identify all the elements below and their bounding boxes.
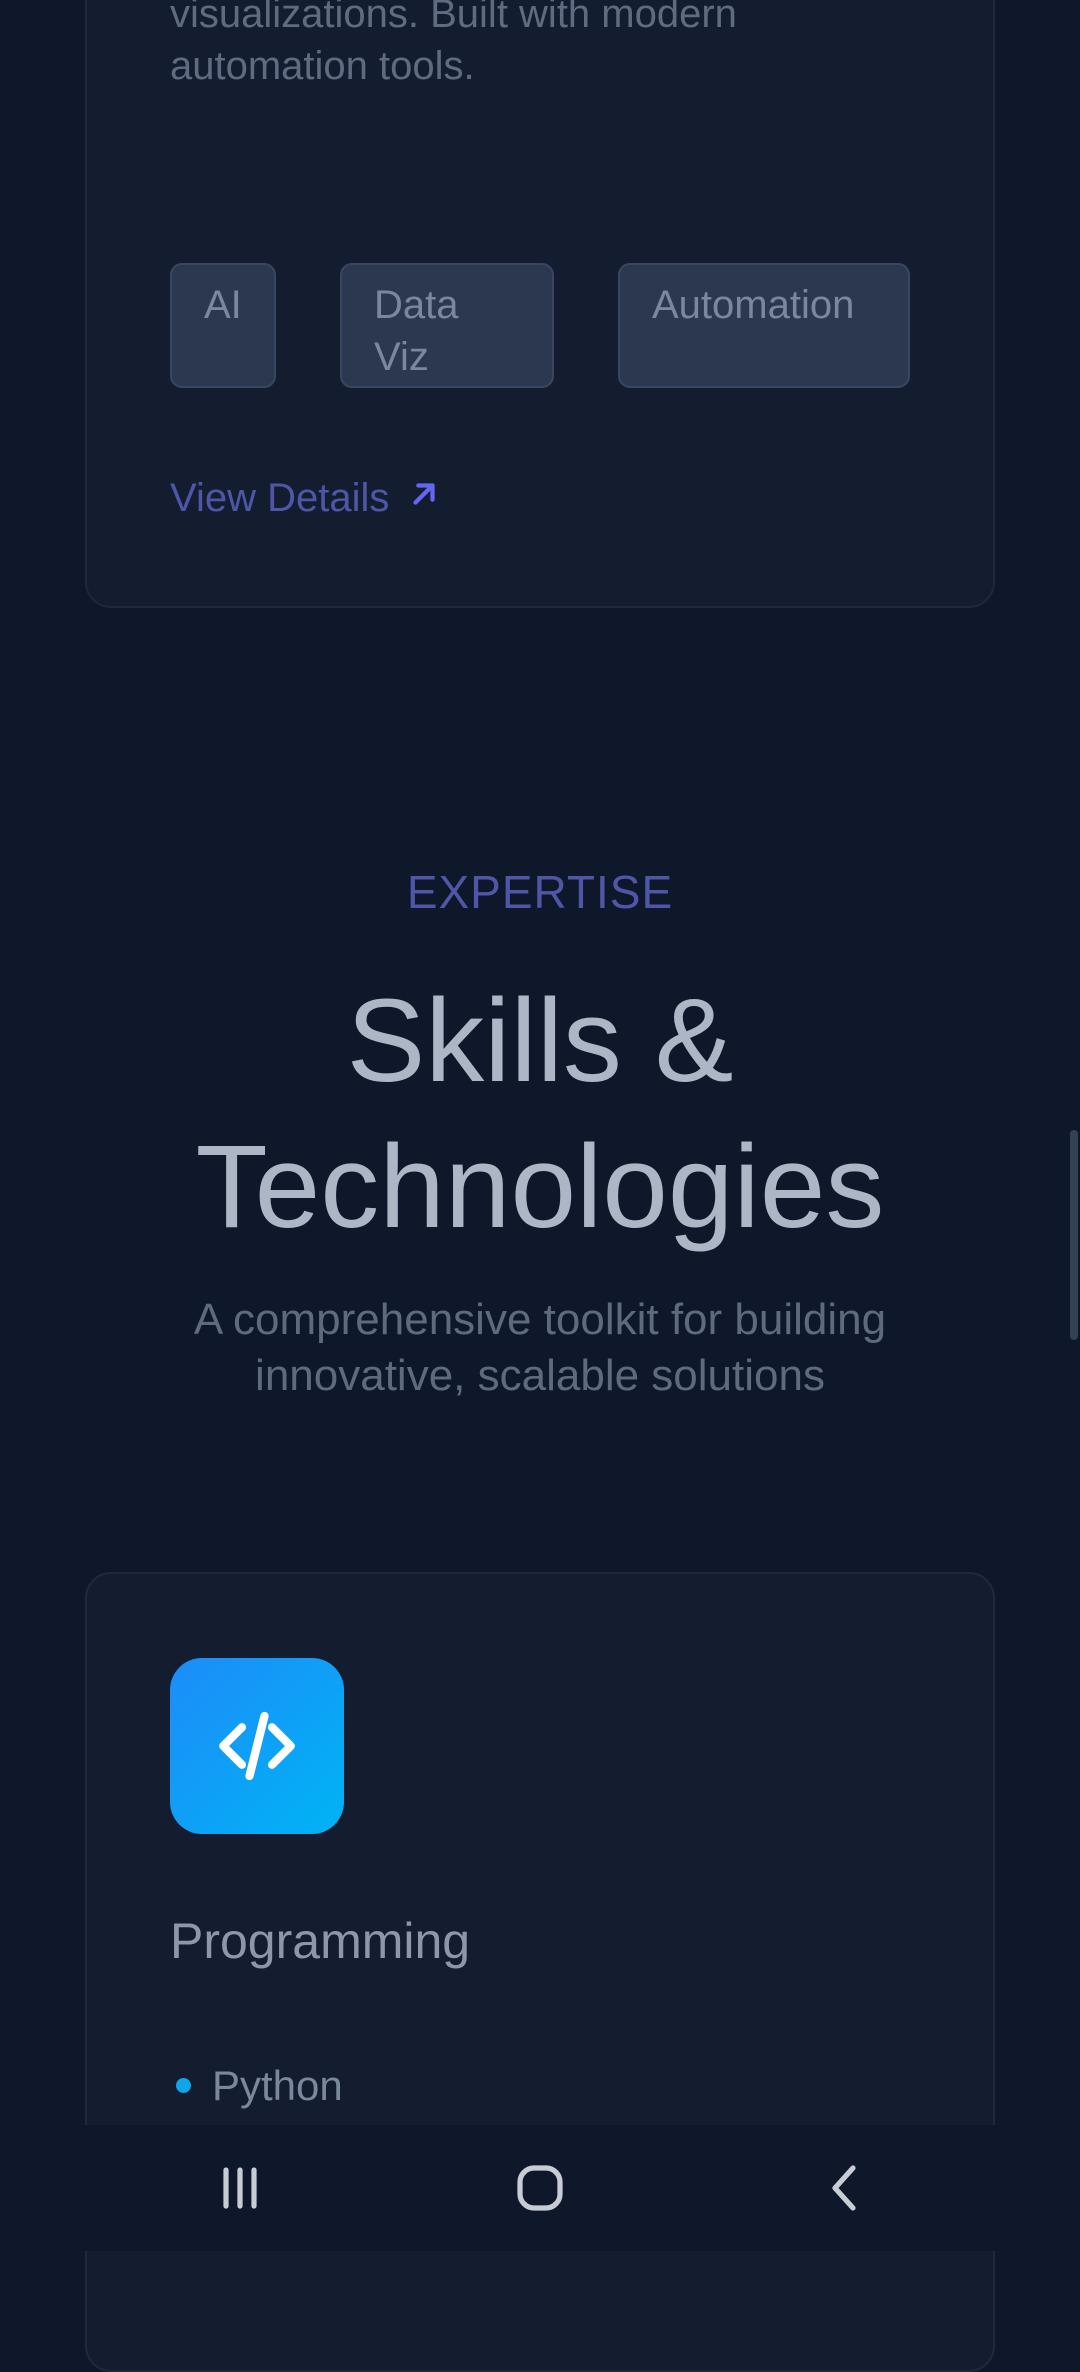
recent-apps-button[interactable] <box>190 2153 290 2223</box>
tag-data-viz: Data Viz <box>340 263 554 388</box>
scrollbar-thumb[interactable] <box>1070 1130 1078 1340</box>
tag-ai: AI <box>170 263 276 388</box>
skill-card-title: Programming <box>170 1913 471 1969</box>
system-navigation-bar <box>0 2125 1080 2251</box>
back-button[interactable] <box>795 2153 895 2223</box>
back-icon <box>832 2165 856 2211</box>
home-button[interactable] <box>490 2153 590 2223</box>
arrow-up-right-icon <box>407 470 441 526</box>
tag-automation: Automation <box>618 263 910 388</box>
recent-apps-icon <box>223 2167 257 2209</box>
code-icon <box>170 1658 344 1834</box>
bullet-icon <box>176 2078 191 2093</box>
project-description: visualizations. Built with modern automa… <box>170 0 737 88</box>
view-details-link[interactable]: View Details <box>170 470 441 526</box>
home-icon <box>517 2165 563 2211</box>
skill-item: Python <box>212 2062 343 2109</box>
section-eyebrow: EXPERTISE <box>406 866 674 918</box>
section-subtitle: A comprehensive toolkit for building inn… <box>193 1295 887 1400</box>
section-title: Skills & Technologies <box>195 975 885 1253</box>
view-details-label: View Details <box>170 476 390 520</box>
